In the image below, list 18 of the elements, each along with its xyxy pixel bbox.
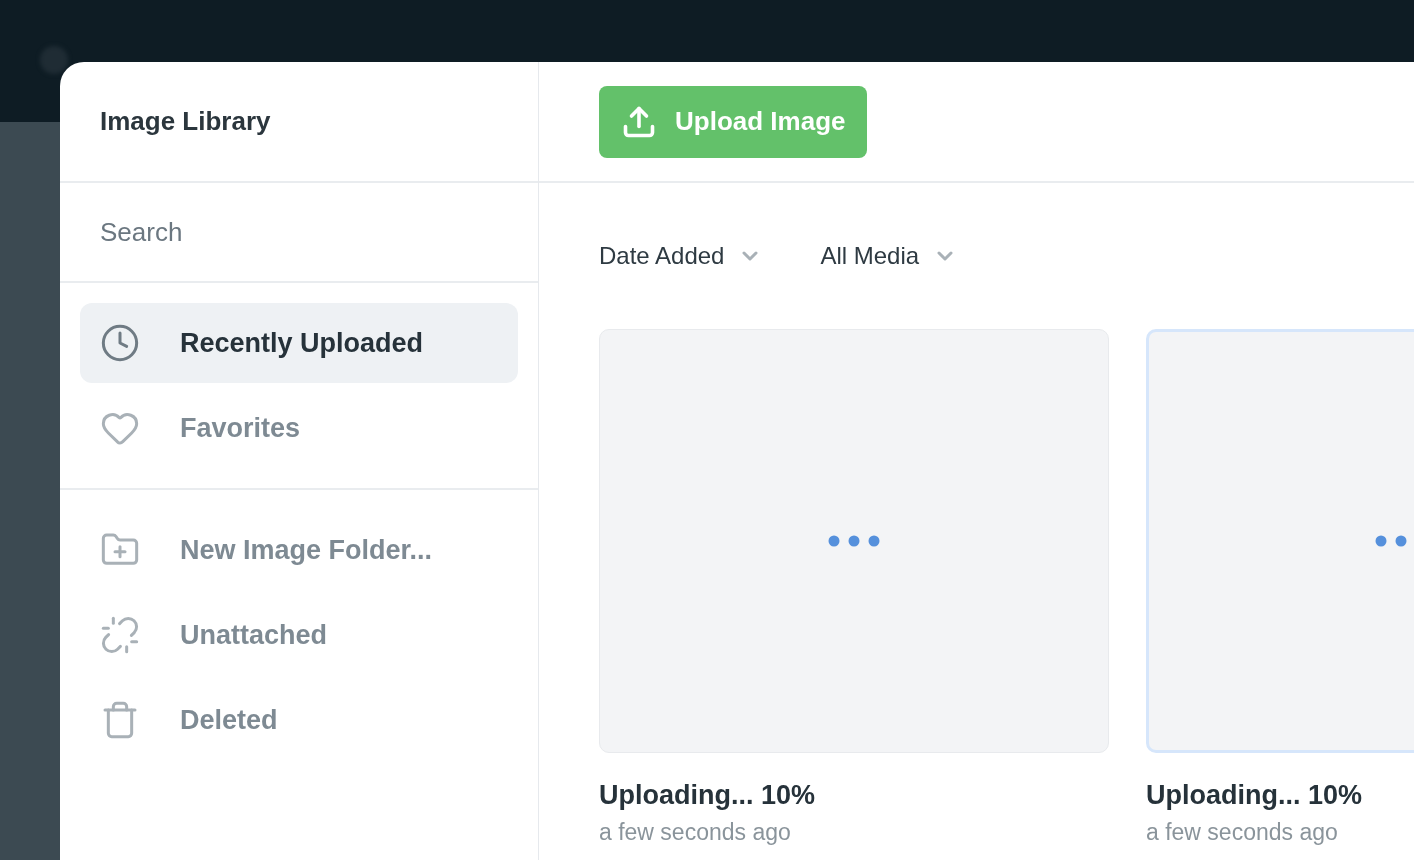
nav-item[interactable]: Deleted (80, 680, 518, 760)
image-time: a few seconds ago (599, 819, 792, 845)
filter-dropdown[interactable]: Date Added (599, 238, 763, 274)
loading-dots-icon (828, 535, 880, 547)
nav-item[interactable]: Recently Uploaded (80, 303, 518, 383)
image-placeholder[interactable] (599, 329, 1109, 753)
search-field[interactable]: Search (100, 212, 498, 252)
nav-item[interactable]: Unattached (80, 595, 518, 675)
nav-item[interactable]: New Image Folder... (80, 510, 518, 590)
modal-title: Image Library (100, 105, 271, 138)
nav-item[interactable]: Favorites (80, 388, 518, 468)
filter-dropdown[interactable]: All Media (820, 238, 958, 274)
image-time: a few seconds ago (1146, 819, 1339, 845)
unlink-icon (100, 615, 140, 655)
image-title: Uploading... 10% (599, 779, 817, 811)
upload-button[interactable]: Upload Image (599, 85, 868, 158)
clock-icon (100, 323, 140, 363)
image-title: Uploading... 10% (1146, 779, 1364, 811)
